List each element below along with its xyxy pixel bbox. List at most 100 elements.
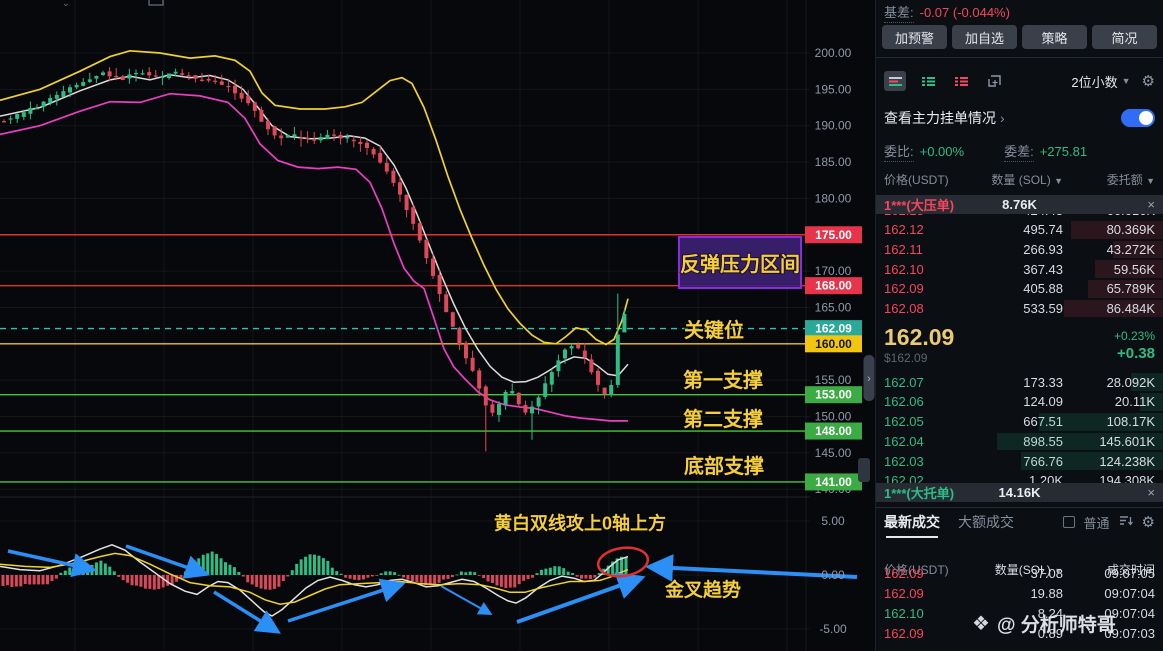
add-panel-icon[interactable] [983, 71, 1005, 91]
basis-row: 基差: -0.07 (-0.044%) [876, 2, 1163, 23]
svg-text:180.00: 180.00 [815, 191, 852, 205]
book-view-both-icon[interactable] [884, 71, 906, 91]
close-icon[interactable]: × [1147, 485, 1155, 500]
header-price[interactable]: 价格(USDT) [884, 171, 958, 188]
decimals-label: 2位小数 [1071, 74, 1118, 90]
svg-text:148.00: 148.00 [815, 424, 852, 438]
bid-row[interactable]: 162.06 124.09 20.11K [876, 392, 1163, 412]
svg-text:0.00: 0.00 [821, 568, 845, 582]
svg-text:168.00: 168.00 [815, 279, 852, 293]
chart-annotation: 第一支撑 [683, 368, 763, 392]
ratio-row: 委比: +0.00% 委差: +275.81 [876, 141, 1163, 162]
header-amount[interactable]: 委托额 ▼ [1063, 171, 1155, 188]
weicha-label: 委差: [1004, 141, 1034, 162]
scrollbar-thumb[interactable] [858, 458, 870, 482]
last-price-block: 162.09 $162.09 +0.23% +0.38 [876, 318, 1163, 372]
header-qty[interactable]: 数量 (SOL) ▼ [958, 171, 1063, 188]
weibi-value: +0.00% [919, 143, 965, 159]
main-order-toggle[interactable] [1121, 109, 1155, 127]
trade-row[interactable]: 162.09 37.08 09:07:05 [876, 563, 1163, 583]
svg-text:160.00: 160.00 [815, 337, 852, 351]
divider [876, 57, 1163, 58]
ask-row[interactable]: 162.08 533.59 86.484K [876, 299, 1163, 319]
svg-text:162.09: 162.09 [815, 322, 852, 336]
ask-row[interactable]: 162.09 405.88 65.789K [876, 279, 1163, 299]
svg-text:141.00: 141.00 [815, 475, 852, 489]
orderbook: 1***(大压单) 8.76K × 162.13 424.43 66.616K … [876, 195, 1163, 503]
svg-text:145.00: 145.00 [815, 446, 852, 460]
bid-row[interactable]: 162.05 667.51 108.17K [876, 412, 1163, 432]
change-percent: +0.23% [1113, 328, 1155, 343]
svg-text:-5.00: -5.00 [819, 622, 847, 636]
decimals-select[interactable]: 2位小数 ▼ [1071, 72, 1130, 91]
bid-row[interactable]: 162.07 173.33 28.092K [876, 372, 1163, 392]
bid-row[interactable]: 162.03 766.76 124.238K [876, 451, 1163, 471]
svg-text:155.00: 155.00 [815, 373, 852, 387]
gear-icon[interactable]: ⚙ [1142, 513, 1155, 531]
watermark-text: @ 分析师特哥 [996, 615, 1116, 636]
ask-row[interactable]: 162.12 495.74 80.369K [876, 220, 1163, 240]
basis-value: -0.07 (-0.044%) [919, 4, 1010, 20]
book-view-asks-icon[interactable] [950, 71, 972, 91]
chart-annotation: 关键位 [684, 318, 744, 342]
chart-annotation: 底部支撑 [684, 454, 764, 478]
svg-text:170.00: 170.00 [815, 264, 852, 278]
change-value: +0.38 [1117, 344, 1155, 362]
main-order-label: 查看主力挂单情况 [884, 110, 996, 126]
panel-button-2[interactable]: 策略 [1022, 25, 1087, 49]
sort-icon[interactable] [1119, 515, 1133, 530]
last-price-usd: $162.09 [884, 351, 928, 366]
chart-area[interactable]: 200.00 195.00 190.00 185.00 180.00 170.00 165.… [0, 0, 875, 651]
basis-label: 基差: [884, 2, 914, 23]
chart-annotation: 反弹压力区间 [680, 252, 800, 276]
brand-diamond-icon: ❖ [972, 613, 990, 635]
order-panel: 基差: -0.07 (-0.044%) 加预警加自选策略简况 2位小数 ▼ [875, 0, 1163, 651]
chevron-right-icon: › [1000, 110, 1005, 126]
panel-button-1[interactable]: 加自选 [952, 25, 1017, 49]
book-view-bids-icon[interactable] [917, 71, 939, 91]
svg-text:›: › [867, 373, 871, 385]
watermark: ❖ @ 分析师特哥 [972, 610, 1116, 637]
svg-text:175.00: 175.00 [815, 228, 852, 242]
main-order-row[interactable]: 查看主力挂单情况 › [876, 106, 1163, 130]
big-sell-order-row[interactable]: 1***(大压单) 8.76K × [876, 195, 1163, 214]
close-icon[interactable]: × [1147, 197, 1155, 212]
ask-row[interactable]: 162.10 367.43 59.56K [876, 259, 1163, 279]
svg-text:153.00: 153.00 [815, 388, 852, 402]
divider [876, 507, 1163, 508]
trading-app: 200.00 195.00 190.00 185.00 180.00 170.00 165.… [0, 0, 1163, 651]
big-buy-order-row[interactable]: 1***(大托单) 14.16K × [876, 483, 1163, 503]
ask-row[interactable]: 162.11 266.93 43.272K [876, 240, 1163, 260]
orderbook-headers: 价格(USDT) 数量 (SOL) ▼ 委托额 ▼ [876, 171, 1163, 187]
svg-text:150.00: 150.00 [815, 410, 852, 424]
asks-list: 162.12 495.74 80.369K 162.11 266.93 43.272K 16… [876, 220, 1163, 318]
tab-large-trades[interactable]: 大额成交 [958, 512, 1014, 532]
weibi-label: 委比: [884, 141, 914, 162]
chart-annotation: 金叉趋势 [664, 578, 741, 601]
action-buttons: 加预警 加自选 策略 简况 [876, 25, 1163, 49]
svg-text:5.00: 5.00 [821, 514, 845, 528]
bid-row[interactable]: 162.04 898.55 145.601K [876, 432, 1163, 452]
bid-row-clipped[interactable]: 162.02 1.20K 194.308K [876, 471, 1163, 483]
panel-button-3[interactable]: 简况 [1092, 25, 1157, 49]
big-buy-qty: 14.16K [998, 485, 1041, 501]
weicha-value: +275.81 [1039, 143, 1088, 159]
panel-button-0[interactable]: 加预警 [882, 25, 947, 49]
last-price: 162.09 [884, 324, 955, 351]
svg-text:185.00: 185.00 [815, 155, 852, 169]
normal-checkbox[interactable] [1062, 516, 1075, 528]
chevron-down-icon: ▼ [1121, 76, 1131, 86]
chart-annotation: 黄白双线攻上0轴上方 [494, 512, 666, 533]
svg-text:190.00: 190.00 [815, 119, 852, 133]
gear-icon[interactable]: ⚙ [1142, 72, 1155, 90]
orderbook-toolbar: 2位小数 ▼ ⚙ [876, 66, 1163, 96]
svg-text:200.00: 200.00 [815, 46, 852, 60]
trade-row[interactable]: 162.09 19.88 09:07:04 [876, 583, 1163, 603]
chart-annotation: 第二支撑 [683, 407, 763, 431]
price-chart[interactable]: 200.00 195.00 190.00 185.00 180.00 170.00 165.… [0, 0, 875, 651]
svg-text:195.00: 195.00 [815, 82, 852, 96]
big-sell-qty: 8.76K [1002, 197, 1037, 212]
clipped-caret-icon[interactable]: ⌄ [62, 0, 70, 8]
tab-latest-trades[interactable]: 最新成交 [884, 512, 940, 538]
trades-tabs: 最新成交 大额成交 普通 ⚙ [876, 510, 1163, 538]
